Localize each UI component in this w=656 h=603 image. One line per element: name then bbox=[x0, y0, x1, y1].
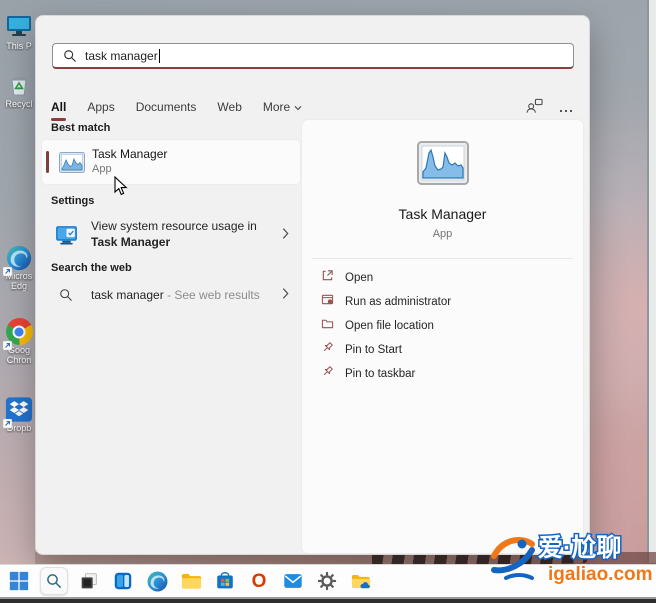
microsoft-store-icon bbox=[217, 572, 233, 589]
search-icon bbox=[47, 574, 61, 588]
task-view-button[interactable] bbox=[76, 568, 102, 594]
settings-result-line1: View system resource usage in bbox=[91, 219, 257, 233]
taskbar-onedrive-folder-button[interactable] bbox=[348, 568, 374, 594]
desktop-icon-label: This P bbox=[6, 41, 32, 51]
search-panel: task manager All Apps Documents Web More… bbox=[35, 15, 590, 555]
office-icon: O bbox=[251, 570, 267, 592]
windows-logo-icon bbox=[9, 571, 29, 591]
this-pc-icon bbox=[4, 14, 34, 41]
shortcut-arrow-badge bbox=[2, 337, 13, 351]
tab-apps[interactable]: Apps bbox=[87, 100, 114, 121]
edge-icon bbox=[147, 571, 167, 591]
open-icon bbox=[321, 269, 334, 287]
result-detail-panel: Task Manager App Open Run as administrat… bbox=[301, 119, 584, 554]
search-icon bbox=[63, 49, 77, 63]
action-run-as-administrator[interactable]: Run as administrator bbox=[302, 290, 583, 314]
action-pin-to-taskbar[interactable]: Pin to taskbar bbox=[302, 362, 583, 386]
detail-app-title: Task Manager bbox=[398, 206, 487, 222]
action-open-file-location[interactable]: Open file location bbox=[302, 314, 583, 338]
desktop-icon-label: Recycl bbox=[5, 99, 33, 109]
task-manager-large-icon bbox=[416, 141, 469, 190]
web-search-item[interactable]: task manager - See web results bbox=[41, 278, 301, 314]
watermark-title: 爱·尬聊 bbox=[538, 533, 621, 562]
chevron-right-icon bbox=[282, 227, 289, 245]
tab-all[interactable]: All bbox=[51, 100, 67, 121]
widgets-button[interactable] bbox=[110, 568, 136, 594]
gear-icon bbox=[317, 571, 337, 591]
best-match-subtitle: App bbox=[92, 163, 112, 175]
settings-result-line2: Task Manager bbox=[91, 235, 171, 249]
divider bbox=[312, 258, 573, 259]
folder-icon bbox=[321, 317, 334, 335]
best-match-title: Task Manager bbox=[92, 147, 168, 161]
taskbar-search-button[interactable] bbox=[40, 567, 68, 595]
more-options-icon[interactable] bbox=[559, 100, 573, 118]
recycle-bin-icon bbox=[4, 72, 34, 99]
chrome-icon bbox=[2, 318, 34, 351]
selection-accent-bar bbox=[46, 151, 49, 173]
web-search-text: task manager - See web results bbox=[91, 288, 260, 302]
search-web-header: Search the web bbox=[51, 262, 132, 274]
web-search-suffix: - See web results bbox=[163, 288, 260, 302]
pin-icon bbox=[321, 365, 334, 383]
search-input[interactable]: task manager bbox=[52, 43, 574, 69]
taskbar-file-explorer-button[interactable] bbox=[178, 568, 204, 594]
dropbox-icon bbox=[2, 396, 34, 429]
taskbar-settings-button[interactable] bbox=[314, 568, 340, 594]
system-monitor-icon bbox=[55, 225, 78, 251]
desktop-icon-recycle-bin[interactable]: Recycl bbox=[2, 72, 36, 109]
onedrive-folder-icon bbox=[351, 574, 370, 588]
taskbar-edge-button[interactable] bbox=[144, 568, 170, 594]
search-filter-tabs: All Apps Documents Web More bbox=[51, 100, 302, 121]
watermark: 爱·尬聊 igaliao.com bbox=[486, 528, 656, 597]
task-view-icon bbox=[81, 573, 97, 589]
action-list: Open Run as administrator Open file loca… bbox=[302, 266, 583, 386]
admin-icon bbox=[321, 293, 334, 311]
desktop-icon-google-chrome[interactable]: Goog Chron bbox=[2, 318, 36, 365]
start-button[interactable] bbox=[6, 568, 32, 594]
shortcut-arrow-badge bbox=[2, 415, 13, 429]
file-explorer-icon bbox=[181, 573, 201, 589]
desktop-icon-dropbox[interactable]: Dropb bbox=[2, 396, 36, 433]
watermark-logo-icon bbox=[491, 537, 535, 580]
taskbar-mail-button[interactable] bbox=[280, 568, 306, 594]
search-query-text: task manager bbox=[85, 48, 158, 63]
search-icon bbox=[59, 288, 73, 307]
tab-more[interactable]: More bbox=[263, 100, 302, 121]
desktop: This P Recycl Micros Edg Goog Chron Drop… bbox=[0, 0, 656, 603]
settings-result-item[interactable]: View system resource usage in Task Manag… bbox=[41, 212, 301, 260]
tab-documents[interactable]: Documents bbox=[136, 100, 197, 121]
edge-icon bbox=[2, 244, 34, 277]
tab-web[interactable]: Web bbox=[217, 100, 241, 121]
best-match-header: Best match bbox=[51, 122, 111, 134]
mail-icon bbox=[284, 574, 302, 588]
taskbar-office-button[interactable]: O bbox=[246, 568, 272, 594]
screen-edge-strip bbox=[649, 0, 656, 563]
screen-bottom-edge bbox=[0, 599, 656, 603]
action-open[interactable]: Open bbox=[302, 266, 583, 290]
action-pin-to-start[interactable]: Pin to Start bbox=[302, 338, 583, 362]
watermark-url: igaliao.com bbox=[548, 564, 653, 585]
best-match-item[interactable]: Task Manager App bbox=[41, 139, 301, 185]
chevron-down-icon bbox=[294, 100, 302, 114]
taskbar-store-button[interactable] bbox=[212, 568, 238, 594]
text-caret bbox=[158, 48, 160, 63]
search-header-icons bbox=[526, 98, 573, 119]
widgets-icon bbox=[114, 572, 132, 590]
detail-app-subtitle: App bbox=[432, 228, 453, 240]
shortcut-arrow-badge bbox=[2, 263, 13, 277]
desktop-icon-microsoft-edge[interactable]: Micros Edg bbox=[2, 244, 36, 291]
mouse-cursor bbox=[114, 175, 128, 201]
account-icon[interactable] bbox=[526, 98, 543, 119]
task-manager-icon bbox=[59, 152, 85, 178]
desktop-icon-this-pc[interactable]: This P bbox=[2, 14, 36, 51]
settings-header: Settings bbox=[51, 195, 95, 207]
chevron-right-icon bbox=[282, 287, 289, 305]
pin-icon bbox=[321, 341, 334, 359]
